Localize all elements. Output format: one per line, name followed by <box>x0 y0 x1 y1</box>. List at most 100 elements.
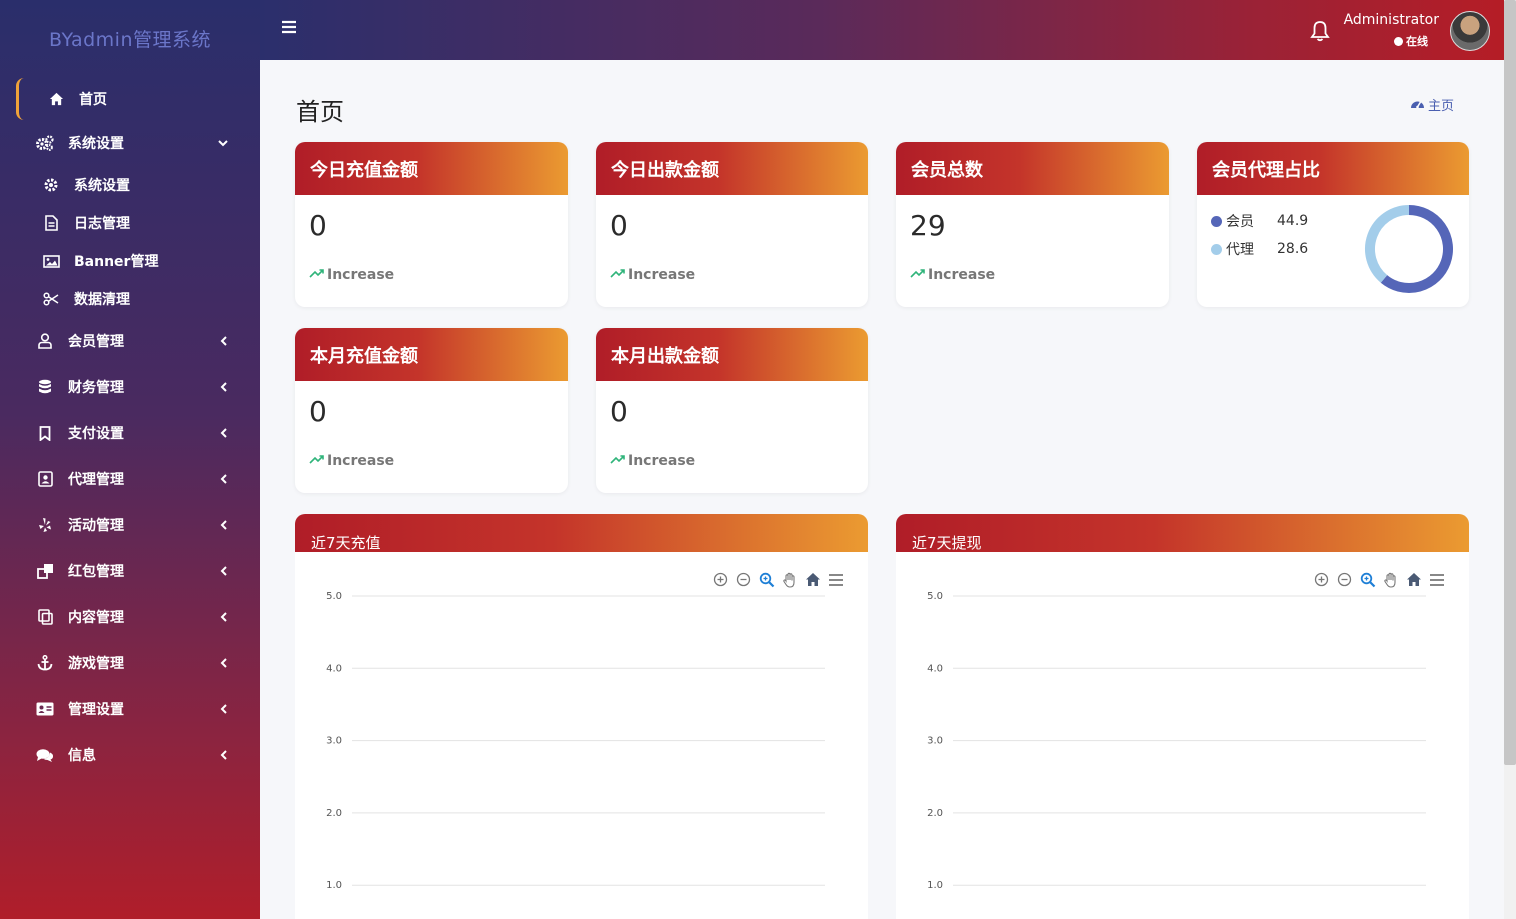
menu-toggle-icon[interactable] <box>281 19 297 35</box>
ratio-donut-chart <box>1365 205 1453 293</box>
stat-card-today-recharge: 今日充值金额 0 Increase <box>295 142 568 307</box>
breadcrumb-home[interactable]: 主页 <box>1428 95 1454 114</box>
sidebar-item-label: 系统设置 <box>68 136 124 152</box>
stat-card-trend: Increase <box>910 267 995 283</box>
stat-card-month-recharge: 本月充值金额 0 Increase <box>295 328 568 493</box>
stat-card-value: 0 <box>309 209 327 242</box>
sidebar-item-games[interactable]: 游戏管理 <box>0 640 260 686</box>
image-icon <box>42 252 60 270</box>
sidebar-subitem-label: 系统设置 <box>74 178 130 194</box>
stat-card-today-withdraw: 今日出款金额 0 Increase <box>596 142 868 307</box>
sidebar-item-home[interactable]: 首页 <box>16 78 244 120</box>
sidebar-item-label: 代理管理 <box>68 472 124 488</box>
page-scrollbar[interactable] <box>1504 0 1516 919</box>
stat-card-title: 会员总数 <box>896 142 1169 195</box>
sidebar-item-members[interactable]: 会员管理 <box>0 318 260 364</box>
sidebar-item-payment[interactable]: 支付设置 <box>0 410 260 456</box>
chevron-down-icon <box>218 138 228 148</box>
trend-up-icon <box>309 453 325 469</box>
legend-value: 28.6 <box>1277 241 1309 257</box>
legend-item-member[interactable]: 会员 44.9 <box>1211 211 1308 231</box>
comments-icon <box>36 746 54 764</box>
donut-slice-member[interactable] <box>1380 205 1453 293</box>
sidebar-subitem-data-cleanup[interactable]: 数据清理 <box>0 280 260 318</box>
legend-swatch <box>1211 243 1222 255</box>
sidebar-item-red-packets[interactable]: 红包管理 <box>0 548 260 594</box>
anchor-icon <box>36 654 54 672</box>
legend-item-agent[interactable]: 代理 28.6 <box>1211 239 1308 259</box>
stat-card-total-members: 会员总数 29 Increase <box>896 142 1169 307</box>
gear-icon <box>42 176 60 194</box>
id-card-icon <box>36 700 54 718</box>
y-tick-label: 1.0 <box>326 880 342 891</box>
sidebar-subitem-banner-management[interactable]: Banner管理 <box>0 242 260 280</box>
stat-card-value: 0 <box>610 209 628 242</box>
y-tick-label: 1.0 <box>927 880 943 891</box>
line-chart-withdraw: 5.0 4.0 3.0 2.0 1.0 <box>927 591 1426 891</box>
sidebar-subitem-log-management[interactable]: 日志管理 <box>0 204 260 242</box>
sidebar-item-messages[interactable]: 信息 <box>0 732 260 778</box>
chevron-left-icon <box>218 612 228 622</box>
legend-label: 会员 <box>1226 214 1254 230</box>
y-tick-label: 2.0 <box>927 808 943 819</box>
online-status-label: 在线 <box>1406 35 1428 48</box>
avatar[interactable] <box>1450 11 1490 51</box>
sidebar-item-admin-settings[interactable]: 管理设置 <box>0 686 260 732</box>
sidebar-subitem-label: Banner管理 <box>74 254 159 270</box>
copy-icon <box>36 608 54 626</box>
topbar: Administrator 在线 <box>260 0 1504 60</box>
sidebar-item-system-settings[interactable]: 系统设置 <box>0 120 260 166</box>
stat-card-value: 0 <box>610 395 628 428</box>
chevron-left-icon <box>218 566 228 576</box>
clone-icon <box>36 562 54 580</box>
trend-up-icon <box>309 267 325 283</box>
y-tick-label: 4.0 <box>927 663 943 674</box>
trend-up-icon <box>910 267 926 283</box>
donut-slice-agent[interactable] <box>1365 205 1410 283</box>
y-tick-label: 2.0 <box>326 808 342 819</box>
stat-card-trend-label: Increase <box>628 267 696 283</box>
sidebar-item-label: 管理设置 <box>68 702 124 718</box>
stat-card-trend-label: Increase <box>928 267 996 283</box>
sidebar-item-label: 信息 <box>68 748 96 764</box>
document-icon <box>42 214 60 232</box>
stat-card-trend: Increase <box>309 267 394 283</box>
legend-label: 代理 <box>1226 242 1254 258</box>
sidebar-subitem-label: 日志管理 <box>74 216 130 232</box>
chart-title: 近7天提现 <box>896 514 1469 552</box>
legend-swatch <box>1211 215 1222 227</box>
y-tick-label: 5.0 <box>326 591 342 602</box>
stat-card-trend: Increase <box>610 267 695 283</box>
stat-card-title: 本月出款金额 <box>596 328 868 381</box>
page-title: 首页 <box>296 98 344 126</box>
trend-up-icon <box>610 453 626 469</box>
database-icon <box>36 378 54 396</box>
sidebar-item-activities[interactable]: 活动管理 <box>0 502 260 548</box>
y-tick-label: 5.0 <box>927 591 943 602</box>
sidebar-subitem-system-settings[interactable]: 系统设置 <box>0 166 260 204</box>
gears-icon <box>36 134 54 152</box>
chart-card-withdraw-7d: 近7天提现 5.0 4.0 3.0 2.0 1.0 <box>896 514 1469 919</box>
chevron-left-icon <box>218 474 228 484</box>
home-icon <box>47 90 65 108</box>
user-name[interactable]: Administrator <box>1344 12 1439 28</box>
sidebar-item-label: 内容管理 <box>68 610 124 626</box>
sidebar-item-label: 活动管理 <box>68 518 124 534</box>
online-dot-icon <box>1394 36 1403 46</box>
stat-card-trend-label: Increase <box>327 267 395 283</box>
bookmark-icon <box>36 424 54 442</box>
contact-card-icon <box>36 470 54 488</box>
sidebar-item-label: 游戏管理 <box>68 656 124 672</box>
breadcrumb[interactable]: 主页 <box>1410 95 1454 114</box>
scrollbar-thumb[interactable] <box>1504 0 1516 765</box>
brand-logo[interactable]: BYadmin管理系统 <box>0 0 260 78</box>
chevron-left-icon <box>218 428 228 438</box>
sidebar-item-content[interactable]: 内容管理 <box>0 594 260 640</box>
notification-bell-icon[interactable] <box>1310 20 1330 42</box>
ratio-card-title: 会员代理占比 <box>1197 142 1469 195</box>
sidebar-item-finance[interactable]: 财务管理 <box>0 364 260 410</box>
y-tick-label: 3.0 <box>927 736 943 747</box>
y-tick-label: 3.0 <box>326 736 342 747</box>
sidebar-item-agents[interactable]: 代理管理 <box>0 456 260 502</box>
sidebar: BYadmin管理系统 首页 系统设置 系统设置 日志管理 Banner管理 数… <box>0 0 260 919</box>
